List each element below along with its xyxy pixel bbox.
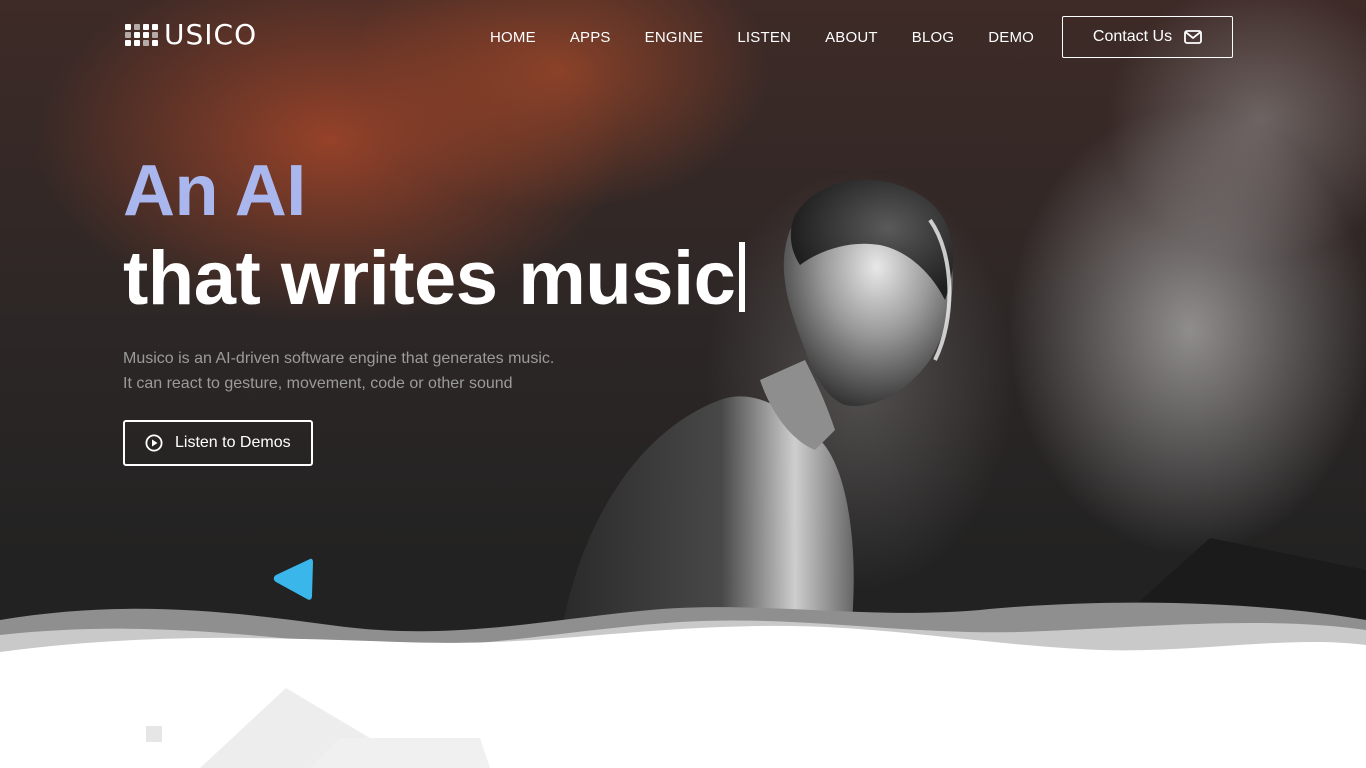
main-nav: HOME APPS ENGINE LISTEN ABOUT BLOG DEMO <box>490 28 1034 48</box>
hero-headline-main-text: that writes music <box>123 236 736 321</box>
nav-item-engine[interactable]: ENGINE <box>645 28 704 48</box>
nav-item-about[interactable]: ABOUT <box>825 28 878 48</box>
envelope-icon <box>1184 30 1202 44</box>
listen-to-demos-button[interactable]: Listen to Demos <box>123 420 313 466</box>
nav-item-blog[interactable]: BLOG <box>912 28 954 48</box>
logo-text: USICO <box>164 18 258 51</box>
hero-section: USICO HOME APPS ENGINE LISTEN ABOUT BLOG… <box>0 0 1366 768</box>
nav-item-demo[interactable]: DEMO <box>988 28 1034 48</box>
nav-item-apps[interactable]: APPS <box>570 28 611 48</box>
logo[interactable]: USICO <box>124 21 257 49</box>
hero-headline-main: that writes music <box>123 234 746 324</box>
contact-us-label: Contact Us <box>1092 28 1173 45</box>
logo-mark-icon <box>125 24 158 46</box>
listen-to-demos-label: Listen to Demos <box>175 434 291 451</box>
bottom-decoration-shapes <box>146 688 490 768</box>
hero-subtitle-line-2: It can react to gesture, movement, code … <box>123 375 513 392</box>
hero-subtitle-line-1: Musico is an AI-driven software engine t… <box>123 350 555 367</box>
typing-cursor <box>739 242 746 312</box>
hero-subtitle: Musico is an AI-driven software engine t… <box>123 346 554 396</box>
contact-us-button[interactable]: Contact Us <box>1062 16 1233 58</box>
play-circle-icon <box>145 434 163 452</box>
hero-headline-accent: An AI <box>123 151 306 231</box>
nav-item-listen[interactable]: LISTEN <box>737 28 791 48</box>
nav-item-home[interactable]: HOME <box>490 28 536 48</box>
